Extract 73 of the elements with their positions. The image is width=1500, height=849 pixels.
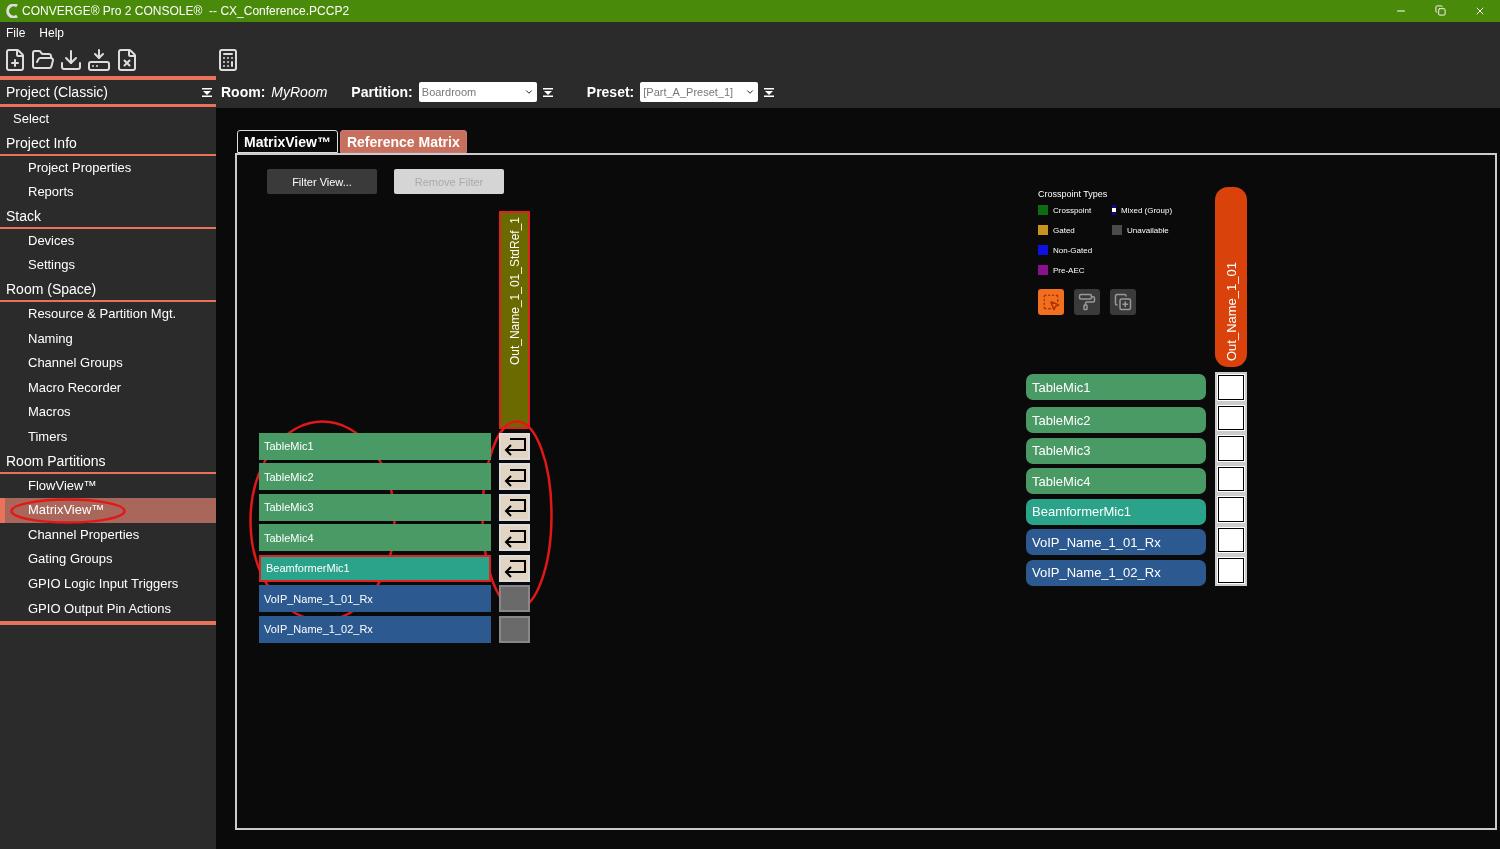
sidebar-item[interactable]: FlowView™ (0, 473, 216, 499)
download-icon[interactable] (59, 48, 83, 72)
output-header[interactable]: Out_Name_1_01_StdRef_1 (499, 211, 530, 429)
legend-label: Pre-AEC (1053, 265, 1085, 275)
close-icon[interactable] (1474, 5, 1486, 17)
input-channel[interactable]: VoIP_Name_1_01_Rx (1026, 529, 1206, 555)
sidebar-item[interactable]: Channel Properties (0, 522, 216, 548)
output-header[interactable]: Out_Name_1_01 (1215, 187, 1247, 367)
input-channel[interactable]: VoIP_Name_1_01_Rx (259, 585, 491, 612)
menu-item[interactable]: Help (39, 26, 65, 40)
sidebar-item[interactable]: Reports (0, 180, 216, 205)
partition-label: Partition: (351, 84, 413, 100)
return-arrow-icon (502, 527, 527, 548)
crosspoint-cell[interactable] (1215, 402, 1247, 433)
collapse-icon[interactable] (764, 87, 775, 97)
preset-label: Preset: (586, 84, 635, 100)
crosspoint-cell[interactable] (1215, 372, 1247, 403)
return-arrow-icon (502, 558, 527, 578)
menu-item[interactable]: File (6, 26, 26, 40)
partition-dropdown[interactable]: Boardroom (418, 82, 537, 102)
input-channel[interactable]: VoIP_Name_1_02_Rx (1026, 559, 1206, 586)
crosspoint-cell[interactable] (1215, 494, 1247, 525)
crosspoint-cell[interactable] (1215, 433, 1247, 464)
return-arrow-icon (502, 497, 527, 517)
room-label: Room: (221, 84, 266, 100)
sidebar-item[interactable]: Channel Groups (0, 351, 216, 376)
sidebar-item[interactable]: GPIO Logic Input Triggers (0, 571, 216, 597)
window-title: CONVERGE® Pro 2 CONSOLE® -- CX_Conference.PCCP2 (22, 4, 350, 18)
sidebar-item[interactable]: Project Properties (0, 155, 216, 181)
crosspoint-cell[interactable] (1215, 555, 1247, 586)
legend-label: Unavailable (1127, 225, 1169, 235)
crosspoint-cell[interactable] (1215, 524, 1247, 555)
legend-label: Non-Gated (1053, 245, 1093, 255)
sidebar-item[interactable]: Devices (0, 228, 216, 254)
new-file-icon[interactable] (3, 48, 27, 72)
tab[interactable]: Reference Matrix (339, 130, 467, 153)
crosspoint-cell[interactable] (499, 615, 530, 643)
download-drive-icon[interactable] (87, 48, 111, 72)
legend-label: Mixed (Group) (1121, 205, 1173, 215)
filter-button[interactable]: Filter View... (267, 169, 377, 194)
collapse-icon[interactable] (542, 87, 553, 97)
sidebar-item[interactable]: GPIO Output Pin Actions (0, 596, 216, 622)
keypad-device-icon[interactable] (216, 48, 240, 72)
sidebar-item[interactable]: Gating Groups (0, 547, 216, 572)
copy-tool-icon[interactable] (1110, 289, 1136, 315)
caret-icon (745, 87, 756, 97)
sidebar-item[interactable]: Select (0, 107, 216, 132)
sidebar-item[interactable]: Macro Recorder (0, 375, 216, 401)
sidebar-item[interactable]: Macros (0, 400, 216, 425)
return-arrow-icon (502, 436, 527, 456)
sidebar-header[interactable]: Project (Classic) (6, 84, 108, 100)
tab[interactable]: MatrixView™ (237, 130, 338, 153)
app-logo-icon (6, 4, 18, 18)
sidebar-item[interactable]: Settings (0, 253, 216, 278)
folder-icon[interactable] (31, 48, 55, 72)
sidebar-item[interactable]: Naming (0, 326, 216, 352)
paint-roller-tool-icon[interactable] (1074, 289, 1100, 315)
crosspoint-cell[interactable] (499, 585, 530, 612)
sidebar-item[interactable]: Timers (0, 424, 216, 450)
sidebar-item[interactable]: MatrixView™ (0, 498, 216, 523)
sidebar-item[interactable]: Resource & Partition Mgt. (0, 301, 216, 327)
collapse-icon[interactable] (202, 87, 212, 97)
room-name: MyRoom (271, 84, 328, 100)
restore-icon[interactable] (1435, 5, 1446, 16)
legend-label: Crosspoint (1053, 205, 1092, 215)
return-arrow-icon (502, 466, 527, 487)
preset-dropdown[interactable]: [Part_A_Preset_1] (640, 82, 759, 102)
input-channel[interactable]: VoIP_Name_1_02_Rx (259, 615, 491, 643)
caret-icon (523, 87, 534, 97)
legend-label: Gated (1053, 225, 1075, 235)
crosspoint-cell[interactable] (1215, 463, 1247, 494)
file-remove-icon[interactable] (115, 48, 139, 72)
legend-title: Crosspoint Types (1038, 189, 1109, 199)
